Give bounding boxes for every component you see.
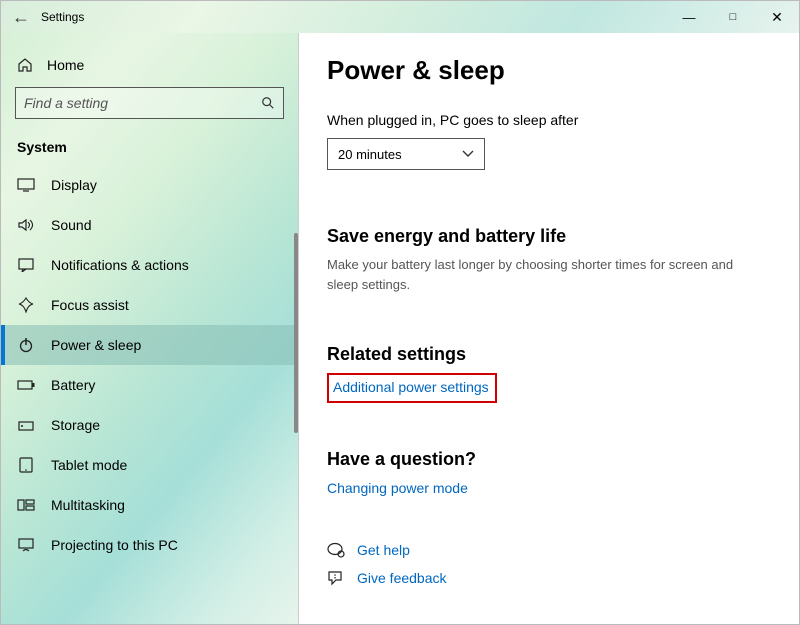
search-box[interactable] [15,87,284,119]
minimize-button[interactable]: — [667,1,711,33]
nav-label: Sound [51,217,91,233]
question-section: Have a question? Changing power mode [327,449,775,496]
nav-list: Display Sound Notifications & actions Fo… [1,165,298,624]
nav-multitasking[interactable]: Multitasking [1,485,298,525]
save-energy-desc: Make your battery last longer by choosin… [327,255,757,294]
back-button[interactable]: ← [1,7,41,28]
notifications-icon [17,258,35,272]
storage-icon [17,418,35,432]
tablet-icon [17,457,35,473]
changing-power-mode-link[interactable]: Changing power mode [327,480,775,496]
additional-power-link[interactable]: Additional power settings [333,379,489,395]
nav-projecting[interactable]: Projecting to this PC [1,525,298,565]
nav-label: Notifications & actions [51,257,189,273]
window-title: Settings [41,10,84,24]
nav-storage[interactable]: Storage [1,405,298,445]
chevron-down-icon [462,150,474,158]
nav-battery[interactable]: Battery [1,365,298,405]
titlebar: ← Settings — □ ✕ [1,1,799,33]
page-title: Power & sleep [327,55,775,86]
home-icon [17,57,33,73]
get-help-icon [327,542,345,558]
projecting-icon [17,538,35,552]
body: Home System Display Sound [1,33,799,624]
battery-icon [17,379,35,391]
nav-power-sleep[interactable]: Power & sleep [1,325,298,365]
close-button[interactable]: ✕ [755,1,799,33]
nav-label: Storage [51,417,100,433]
nav-label: Power & sleep [51,337,141,353]
sleep-timeout-select[interactable]: 20 minutes [327,138,485,170]
nav-label: Tablet mode [51,457,127,473]
give-feedback-link[interactable]: Give feedback [357,570,447,586]
search-input[interactable] [24,95,261,111]
nav-notifications[interactable]: Notifications & actions [1,245,298,285]
save-energy-heading: Save energy and battery life [327,226,775,247]
select-value: 20 minutes [338,147,402,162]
give-feedback-row: Give feedback [327,564,775,592]
question-heading: Have a question? [327,449,775,470]
home-nav[interactable]: Home [15,51,284,87]
related-heading: Related settings [327,344,775,365]
power-icon [17,337,35,353]
plugged-in-label: When plugged in, PC goes to sleep after [327,112,775,128]
nav-label: Display [51,177,97,193]
get-help-row: Get help [327,536,775,564]
window-controls: — □ ✕ [667,1,799,33]
sound-icon [17,218,35,232]
focus-icon [17,297,35,313]
sidebar: Home System Display Sound [1,33,299,624]
home-label: Home [47,57,84,73]
multitask-icon [17,499,35,511]
nav-sound[interactable]: Sound [1,205,298,245]
related-settings: Related settings Additional power settin… [327,344,775,449]
nav-label: Battery [51,377,95,393]
nav-tablet-mode[interactable]: Tablet mode [1,445,298,485]
nav-label: Focus assist [51,297,129,313]
get-help-link[interactable]: Get help [357,542,410,558]
feedback-icon [327,570,345,586]
section-system: System [1,131,298,165]
highlight-box: Additional power settings [327,373,497,403]
search-icon [261,96,275,110]
maximize-button[interactable]: □ [711,1,755,33]
main-content: Power & sleep When plugged in, PC goes t… [299,33,799,624]
nav-focus-assist[interactable]: Focus assist [1,285,298,325]
settings-window: ← Settings — □ ✕ Home [0,0,800,625]
nav-display[interactable]: Display [1,165,298,205]
nav-label: Projecting to this PC [51,537,178,553]
nav-label: Multitasking [51,497,125,513]
display-icon [17,178,35,192]
sidebar-scrollbar[interactable] [294,233,298,433]
